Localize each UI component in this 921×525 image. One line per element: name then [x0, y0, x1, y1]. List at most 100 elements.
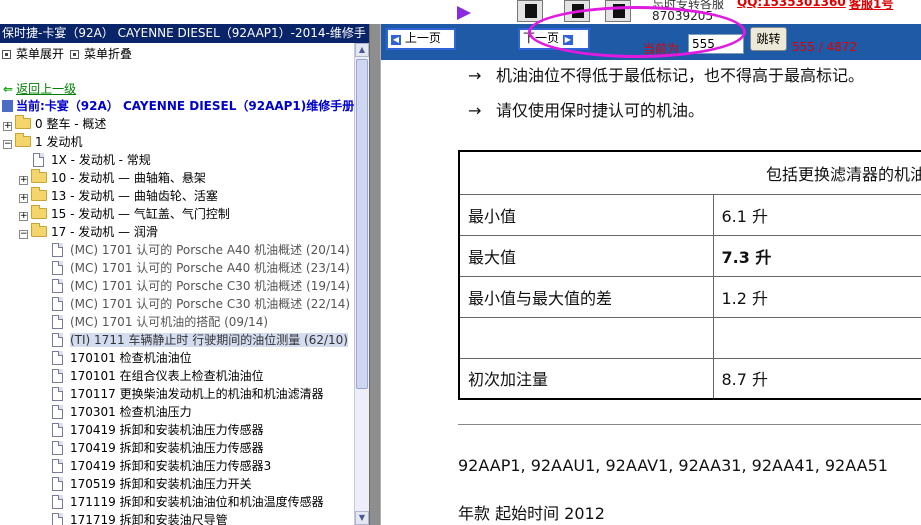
- tree-item-label: 170519 拆卸和安装机油压力开关: [70, 477, 252, 491]
- collapse-toggle-icon[interactable]: −: [19, 230, 28, 239]
- tree-item[interactable]: 170519 拆卸和安装机油压力开关: [52, 475, 252, 493]
- prev-page-button[interactable]: ◀ 上一页: [386, 28, 456, 50]
- tree-item[interactable]: 171119 拆卸和安装机油油位和机油温度传感器: [52, 493, 324, 511]
- tree-item[interactable]: − 17 - 发动机 — 润滑: [19, 223, 158, 241]
- back-link-label: 返回上一级: [16, 82, 77, 96]
- tree-item[interactable]: 170101 在组合仪表上检查机油油位: [52, 367, 264, 385]
- tree-item[interactable]: 170419 拆卸和安装机油压力传感器3: [52, 457, 271, 475]
- document-icon: [52, 423, 63, 437]
- document-icon: [52, 495, 63, 509]
- collapse-all-link[interactable]: 菜单折叠: [70, 47, 132, 61]
- table-cell-label-text: 最小值: [468, 206, 517, 226]
- expand-toggle-icon[interactable]: +: [19, 176, 28, 185]
- tree-item[interactable]: (MC) 1701 认可机油的搭配 (09/14): [52, 313, 268, 331]
- document-icon: [52, 441, 63, 455]
- tree-item-label: 170117 更换柴油发动机上的机油和机油滤清器: [70, 387, 324, 401]
- document-icon: [52, 369, 63, 383]
- tree-item[interactable]: 170301 检查机油压力: [52, 403, 192, 421]
- expand-all-label: 菜单展开: [16, 47, 65, 61]
- document-icon: [52, 513, 63, 525]
- expand-toggle-icon[interactable]: +: [19, 194, 28, 203]
- tree-item[interactable]: +15 - 发动机 — 气缸盖、气门控制: [19, 205, 230, 223]
- tree-item-label: 170419 拆卸和安装机油压力传感器: [70, 441, 264, 455]
- expand-toggle-icon[interactable]: +: [3, 122, 12, 131]
- tree-item-label: (MC) 1701 认可的 Porsche A40 机油概述 (20/14): [70, 243, 350, 257]
- tree-item[interactable]: (TI) 1711 车辆静止时 行驶期间的油位测量 (62/10): [52, 331, 348, 349]
- tree-item-label: 170101 检查机油油位: [70, 351, 192, 365]
- bullet-text: 请仅使用保时捷认可的机油。: [496, 101, 705, 120]
- bullet-text: 机油油位不得低于最低标记，也不得高于最高标记。: [496, 66, 865, 85]
- table-cell-value: 8.7 升: [721, 370, 769, 390]
- table-row: 最大值 7.3 升: [458, 234, 921, 277]
- scroll-thumb[interactable]: [356, 59, 368, 389]
- folder-icon: [31, 187, 47, 201]
- folder-icon: [15, 115, 31, 129]
- expand-icon: [2, 50, 11, 59]
- tree-item[interactable]: 171719 拆卸和安装油尺导管: [52, 511, 228, 525]
- scroll-down-icon[interactable]: ▼: [355, 511, 369, 525]
- toolbar-button-3[interactable]: [605, 0, 631, 22]
- current-location: 当前:卡宴（92A） CAYENNE DIESEL（92AAP1)维修手册: [2, 97, 354, 114]
- tree-item-label: 171119 拆卸和安装机油油位和机油温度传感器: [70, 495, 324, 509]
- sidebar-title: 保时捷-卡宴（92A） CAYENNE DIESEL（92AAP1）-2014-…: [0, 24, 369, 43]
- goto-button[interactable]: 跳转: [750, 27, 787, 51]
- expand-all-link[interactable]: 菜单展开: [2, 47, 64, 61]
- tree-item[interactable]: (MC) 1701 认可的 Porsche C30 机油概述 (19/14): [52, 277, 350, 295]
- table-cell: 1.2 升: [712, 275, 921, 318]
- current-location-label: 当前:卡宴（92A） CAYENNE DIESEL（92AAP1)维修手册: [16, 99, 354, 113]
- folder-icon: [31, 205, 47, 219]
- tree-item[interactable]: (MC) 1701 认可的 Porsche A40 机油概述 (20/14): [52, 241, 350, 259]
- tree-item[interactable]: − 1 发动机: [3, 133, 82, 151]
- document-icon: [52, 243, 63, 257]
- tree-item[interactable]: 170101 检查机油油位: [52, 349, 192, 367]
- tree-item-label: 1 发动机: [35, 135, 83, 149]
- book-icon: [2, 100, 13, 112]
- next-arrow-icon: ▶: [562, 35, 573, 45]
- tree-item[interactable]: +0 整车 - 概述: [3, 115, 106, 133]
- tree-item[interactable]: 170419 拆卸和安装机油压力传感器: [52, 421, 264, 439]
- next-page-button[interactable]: 下一页 ▶: [518, 28, 590, 50]
- service-link[interactable]: 客服1号: [849, 0, 893, 12]
- table-header-label: 包括更换滤清器的机油: [765, 164, 921, 184]
- tree-item[interactable]: 1X - 发动机 - 常规: [33, 151, 151, 169]
- tree-item-label: (MC) 1701 认可的 Porsche A40 机油概述 (23/14): [70, 261, 350, 275]
- expand-toggle-icon[interactable]: +: [19, 212, 28, 221]
- phone-text: 87039205: [652, 9, 714, 23]
- tree-item[interactable]: +10 - 发动机 — 曲轴箱、悬架: [19, 169, 206, 187]
- tree-item[interactable]: 170117 更换柴油发动机上的机油和机油滤清器: [52, 385, 324, 403]
- tree-item-label: 10 - 发动机 — 曲轴箱、悬架: [51, 171, 206, 185]
- tree-item-label: 15 - 发动机 — 气缸盖、气门控制: [51, 207, 230, 221]
- skip-icon: [572, 4, 584, 18]
- tree-item-label: 17 - 发动机 — 润滑: [51, 225, 158, 239]
- sidebar-scrollbar[interactable]: ▲ ▼: [354, 43, 369, 525]
- toolbar-button-2[interactable]: [564, 0, 590, 22]
- tree-item[interactable]: (MC) 1701 认可的 Porsche A40 机油概述 (23/14): [52, 259, 350, 277]
- qq-link[interactable]: QQ:1535301360: [737, 0, 846, 9]
- table-cell-label: 初次加注量: [458, 357, 714, 400]
- document-icon: [52, 477, 63, 491]
- collapse-toggle-icon[interactable]: −: [3, 140, 12, 149]
- tree-item[interactable]: 170419 拆卸和安装机油压力传感器: [52, 439, 264, 457]
- tree-item-label: 171719 拆卸和安装油尺导管: [70, 513, 228, 525]
- sidebar: 保时捷-卡宴（92A） CAYENNE DIESEL（92AAP1）-2014-…: [0, 0, 369, 525]
- bullet-item: → 请仅使用保时捷认可的机油。: [468, 97, 704, 121]
- table-cell-value: 7.3 升: [721, 247, 772, 267]
- toolbar-button-1[interactable]: [517, 0, 543, 22]
- engine-codes: 92AAP1, 92AAU1, 92AAV1, 92AA31, 92AA41, …: [458, 456, 888, 475]
- tree-item[interactable]: +13 - 发动机 — 曲轴齿轮、活塞: [19, 187, 218, 205]
- document-icon: [52, 261, 63, 275]
- arrow-icon: →: [468, 101, 482, 120]
- back-arrow-icon: ⇐: [3, 82, 14, 96]
- back-link[interactable]: ⇐ 返回上一级: [3, 80, 76, 97]
- tree-item-label: (MC) 1701 认可的 Porsche C30 机油概述 (22/14): [70, 297, 351, 311]
- table-header-row: 包括更换滤清器的机油: [458, 150, 921, 195]
- prev-page-label: 上一页: [404, 31, 441, 45]
- tree-item-label: 1X - 发动机 - 常规: [51, 153, 151, 167]
- scroll-up-icon[interactable]: ▲: [355, 43, 369, 57]
- page-number-input[interactable]: [688, 34, 744, 54]
- panel-splitter[interactable]: [369, 0, 381, 525]
- tree-item[interactable]: (MC) 1701 认可的 Porsche C30 机油概述 (22/14): [52, 295, 350, 313]
- table-row: 最小值 6.1 升: [458, 193, 921, 236]
- folder-icon: [31, 169, 47, 183]
- table-cell-value: 6.1 升: [721, 206, 769, 226]
